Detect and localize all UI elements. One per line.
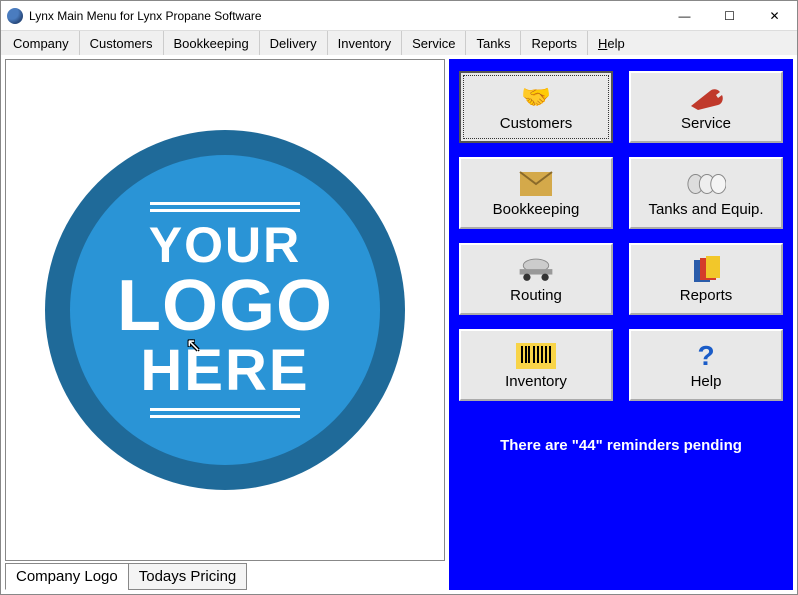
minimize-button[interactable]: — xyxy=(662,1,707,30)
help-button[interactable]: ? Help xyxy=(629,329,783,401)
maximize-button[interactable]: ☐ xyxy=(707,1,752,30)
menu-company[interactable]: Company xyxy=(3,31,80,55)
routing-button[interactable]: Routing xyxy=(459,243,613,315)
reminder-text: There are "44" reminders pending xyxy=(459,437,783,454)
reports-icon xyxy=(686,255,726,285)
handshake-icon: 🤝 xyxy=(516,83,556,113)
app-icon xyxy=(7,8,23,24)
reports-button[interactable]: Reports xyxy=(629,243,783,315)
button-label: Inventory xyxy=(505,373,567,390)
wrench-icon xyxy=(686,83,726,113)
right-panel: 🤝 Customers Service Bookkeeping Tan xyxy=(449,59,793,590)
logo-placeholder: YOUR LOGO HERE xyxy=(45,130,405,490)
button-label: Tanks and Equip. xyxy=(648,201,763,218)
button-label: Routing xyxy=(510,287,562,304)
service-button[interactable]: Service xyxy=(629,71,783,143)
titlebar: Lynx Main Menu for Lynx Propane Software… xyxy=(1,1,797,31)
menu-delivery[interactable]: Delivery xyxy=(260,31,328,55)
question-icon: ? xyxy=(686,341,726,371)
truck-icon xyxy=(516,255,556,285)
button-label: Reports xyxy=(680,287,733,304)
inventory-button[interactable]: Inventory xyxy=(459,329,613,401)
button-label: Help xyxy=(691,373,722,390)
menu-service[interactable]: Service xyxy=(402,31,466,55)
menubar: Company Customers Bookkeeping Delivery I… xyxy=(1,31,797,55)
close-button[interactable]: ✕ xyxy=(752,1,797,30)
logo-text-2: LOGO xyxy=(117,270,333,342)
tanks-button[interactable]: Tanks and Equip. xyxy=(629,157,783,229)
window-controls: — ☐ ✕ xyxy=(662,1,797,30)
left-panel: YOUR LOGO HERE ↖ Company Logo Todays Pri… xyxy=(5,59,445,590)
tanks-icon xyxy=(686,169,726,199)
content: YOUR LOGO HERE ↖ Company Logo Todays Pri… xyxy=(1,55,797,594)
customers-button[interactable]: 🤝 Customers xyxy=(459,71,613,143)
tab-todays-pricing[interactable]: Todays Pricing xyxy=(128,563,248,590)
button-label: Customers xyxy=(500,115,573,132)
menu-customers[interactable]: Customers xyxy=(80,31,164,55)
button-label: Bookkeeping xyxy=(493,201,580,218)
logo-text-3: HERE xyxy=(140,342,309,400)
tab-company-logo[interactable]: Company Logo xyxy=(5,563,129,590)
tab-strip: Company Logo Todays Pricing xyxy=(5,563,445,590)
logo-frame: YOUR LOGO HERE ↖ xyxy=(5,59,445,561)
barcode-icon xyxy=(516,341,556,371)
menu-tanks[interactable]: Tanks xyxy=(466,31,521,55)
ledger-icon xyxy=(516,169,556,199)
button-grid: 🤝 Customers Service Bookkeeping Tan xyxy=(459,71,783,401)
window-title: Lynx Main Menu for Lynx Propane Software xyxy=(29,9,662,23)
logo-text-1: YOUR xyxy=(149,220,301,270)
menu-reports[interactable]: Reports xyxy=(521,31,588,55)
bookkeeping-button[interactable]: Bookkeeping xyxy=(459,157,613,229)
button-label: Service xyxy=(681,115,731,132)
menu-help[interactable]: Help xyxy=(588,31,635,55)
menu-inventory[interactable]: Inventory xyxy=(328,31,402,55)
menu-bookkeeping[interactable]: Bookkeeping xyxy=(164,31,260,55)
